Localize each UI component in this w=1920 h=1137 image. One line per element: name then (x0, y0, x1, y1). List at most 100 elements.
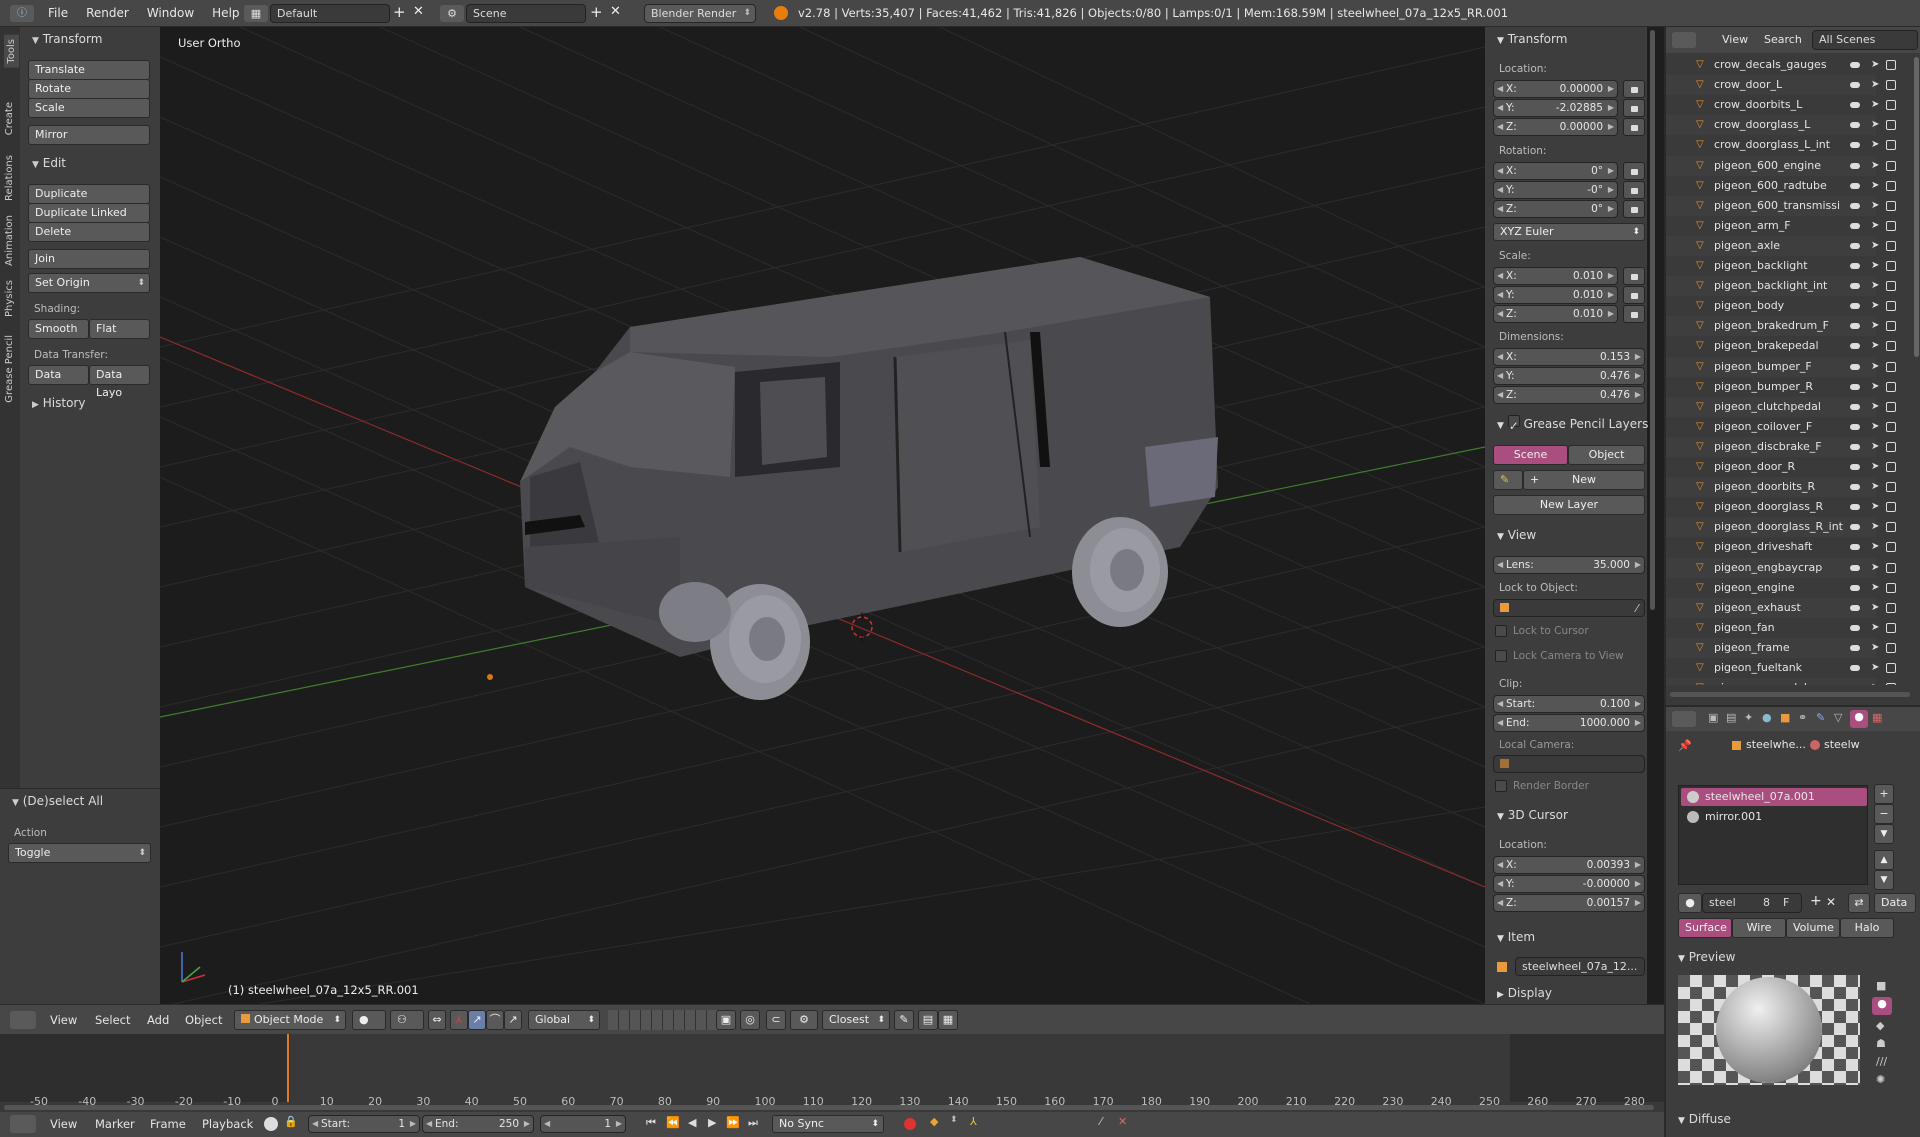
move-slot-up-button[interactable]: ▲ (1874, 850, 1894, 870)
rotate-button[interactable]: Rotate (28, 79, 150, 99)
renderable-camera-icon[interactable] (1886, 542, 1896, 553)
display-header[interactable]: ▶ Display (1497, 983, 1552, 1003)
renderable-camera-icon[interactable] (1886, 261, 1896, 271)
visibility-eye-icon[interactable] (1850, 604, 1860, 611)
outliner-item[interactable]: ▽ pigeon_engine ➤ (1666, 578, 1896, 598)
layout-selector[interactable]: Default (270, 4, 390, 23)
outliner-h-scrollbar[interactable] (1670, 692, 1910, 697)
outliner-item[interactable]: ▽ pigeon_brakedrum_F ➤ (1666, 316, 1896, 337)
visibility-eye-icon[interactable] (1850, 102, 1860, 109)
lock-scale-y-icon[interactable] (1623, 286, 1645, 304)
snap-element-icon[interactable]: ⚙ (790, 1010, 818, 1030)
preview-header[interactable]: ▼ Preview (1678, 947, 1735, 967)
renderable-camera-icon[interactable] (1886, 683, 1896, 685)
outliner-item[interactable]: ▽ pigeon_discbrake_F ➤ (1666, 436, 1896, 457)
eyedropper-icon[interactable]: ⁄ (1636, 600, 1638, 618)
outliner-item[interactable]: ▽ pigeon_600_engine ➤ (1666, 155, 1896, 176)
selectable-arrow-icon[interactable]: ➤ (1871, 578, 1879, 598)
renderable-camera-icon[interactable] (1886, 180, 1896, 191)
renderable-camera-icon[interactable] (1886, 281, 1896, 292)
preview-flat-icon[interactable]: ■ (1876, 979, 1886, 992)
data-transfer-button[interactable]: Data (28, 365, 89, 385)
location-z-field[interactable]: ◀ Z: 0.00000 ▶ (1493, 118, 1618, 136)
visibility-eye-icon[interactable] (1850, 122, 1860, 129)
set-origin-dropdown[interactable]: Set Origin ⬍ (28, 273, 150, 293)
tl-playback-menu[interactable]: Playback (202, 1117, 253, 1131)
clip-end-field[interactable]: ◀ End: 1000.000 ▶ (1493, 714, 1645, 732)
renderable-camera-icon[interactable] (1886, 482, 1896, 493)
lock-location-z-icon[interactable] (1623, 118, 1645, 136)
visibility-eye-icon[interactable] (1850, 202, 1860, 209)
snap-toggle-icon[interactable]: ⊂ (766, 1010, 786, 1030)
gp-object-tab[interactable]: Object (1568, 445, 1645, 465)
outliner-item[interactable]: ▽ pigeon_door_R ➤ (1666, 457, 1896, 477)
visibility-eye-icon[interactable] (1850, 383, 1860, 390)
lock-layers-icon[interactable]: ▣ (716, 1010, 736, 1030)
selectable-arrow-icon[interactable]: ➤ (1871, 618, 1879, 638)
rotation-z-field[interactable]: ◀ Z: 0° ▶ (1493, 200, 1618, 218)
renderable-camera-icon[interactable] (1886, 642, 1896, 653)
play-icon[interactable]: ▶ (708, 1116, 716, 1129)
material-link-dropdown[interactable]: Data (1874, 893, 1916, 913)
translate-manipulator[interactable]: ⅄ (450, 1010, 468, 1030)
outliner-item[interactable]: ▽ crow_door_L ➤ (1666, 75, 1896, 96)
outliner-view-menu[interactable]: View (1722, 33, 1748, 46)
vp-view-menu[interactable]: View (50, 1013, 77, 1027)
surface-tab[interactable]: Surface (1678, 918, 1732, 938)
selectable-arrow-icon[interactable]: ➤ (1871, 598, 1879, 618)
constraints-tab-icon[interactable]: ⚭ (1798, 711, 1807, 724)
visibility-eye-icon[interactable] (1850, 644, 1860, 651)
visibility-eye-icon[interactable] (1850, 584, 1860, 591)
renderable-camera-icon[interactable] (1886, 220, 1896, 231)
deselect-all-header[interactable]: ▼ (De)select All (12, 791, 103, 811)
lens-field[interactable]: ◀ Lens: 35.000 ▶ (1493, 556, 1645, 574)
renderable-camera-icon[interactable] (1886, 522, 1896, 533)
edit-panel-header[interactable]: ▼ Edit (32, 153, 66, 173)
render-still-icon[interactable]: ▤ (918, 1010, 938, 1030)
outliner-item[interactable]: ▽ pigeon_doorglass_R_int ➤ (1666, 517, 1896, 538)
grease-pencil-layers-header[interactable]: ▼ ✓ Grease Pencil Layers (1497, 413, 1648, 433)
scene-icon[interactable]: ⚙ (440, 5, 464, 22)
outliner-item[interactable]: ▽ pigeon_frame ➤ (1666, 637, 1896, 658)
3d-viewport[interactable]: User Ortho (1) steelwheel_07a_12x5_RR.00… (160, 27, 1485, 1004)
renderable-camera-icon[interactable] (1886, 301, 1896, 312)
scale-y-field[interactable]: ◀ Y: 0.010 ▶ (1493, 286, 1618, 304)
render-layers-tab-icon[interactable]: ▤ (1726, 711, 1736, 724)
start-frame-field[interactable]: ◀ Start: 1 ▶ (308, 1115, 420, 1133)
wheel-rear-left[interactable] (659, 582, 731, 642)
selectable-arrow-icon[interactable]: ➤ (1871, 176, 1879, 196)
location-y-field[interactable]: ◀ Y: -2.02885 ▶ (1493, 99, 1618, 117)
outliner-item[interactable]: ▽ pigeon_axle ➤ (1666, 235, 1896, 256)
layer-buttons[interactable] (608, 1010, 728, 1030)
visibility-eye-icon[interactable] (1850, 222, 1860, 229)
outliner-item[interactable]: ▽ pigeon_coilover_F ➤ (1666, 417, 1896, 437)
selectable-arrow-icon[interactable]: ➤ (1871, 95, 1879, 115)
outliner-item[interactable]: ▽ pigeon_arm_F ➤ (1666, 216, 1896, 236)
breadcrumb-object[interactable]: steelwhe... (1746, 738, 1806, 751)
outliner-scrollbar[interactable] (1914, 57, 1919, 357)
proportional-edit-icon[interactable]: ◎ (740, 1010, 760, 1030)
lock-range-icon[interactable]: 🔒 (284, 1115, 298, 1128)
manipulator-extra[interactable]: ↗ (504, 1010, 522, 1030)
tab-animation[interactable]: Animation (4, 215, 15, 266)
renderable-camera-icon[interactable] (1886, 502, 1896, 513)
renderable-camera-icon[interactable] (1886, 441, 1896, 452)
view-props-header[interactable]: ▼ View (1497, 525, 1536, 545)
lamp-origin[interactable] (487, 674, 493, 680)
shade-flat-button[interactable]: Flat (89, 319, 150, 339)
renderable-camera-icon[interactable] (1886, 462, 1896, 472)
lock-location-x-icon[interactable] (1623, 80, 1645, 98)
play-reverse-icon[interactable]: ◀ (688, 1116, 696, 1129)
outliner-item[interactable]: ▽ pigeon_clutchpedal ➤ (1666, 396, 1896, 417)
render-opengl-icon[interactable]: ✎ (894, 1010, 914, 1030)
material-name-field[interactable]: steel 8 F (1702, 893, 1802, 913)
history-panel-header[interactable]: ▶ History (32, 393, 85, 413)
delete-button[interactable]: Delete (28, 222, 150, 242)
renderable-camera-icon[interactable] (1886, 60, 1896, 70)
selectable-arrow-icon[interactable]: ➤ (1871, 678, 1879, 685)
remove-layout-icon[interactable]: ✕ (413, 4, 424, 19)
outliner-item[interactable]: ▽ crow_decals_gauges ➤ (1666, 55, 1896, 75)
halo-tab[interactable]: Halo (1840, 918, 1894, 938)
volume-tab[interactable]: Volume (1786, 918, 1840, 938)
cursor-z-field[interactable]: ◀ Z: 0.00157 ▶ (1493, 894, 1645, 912)
